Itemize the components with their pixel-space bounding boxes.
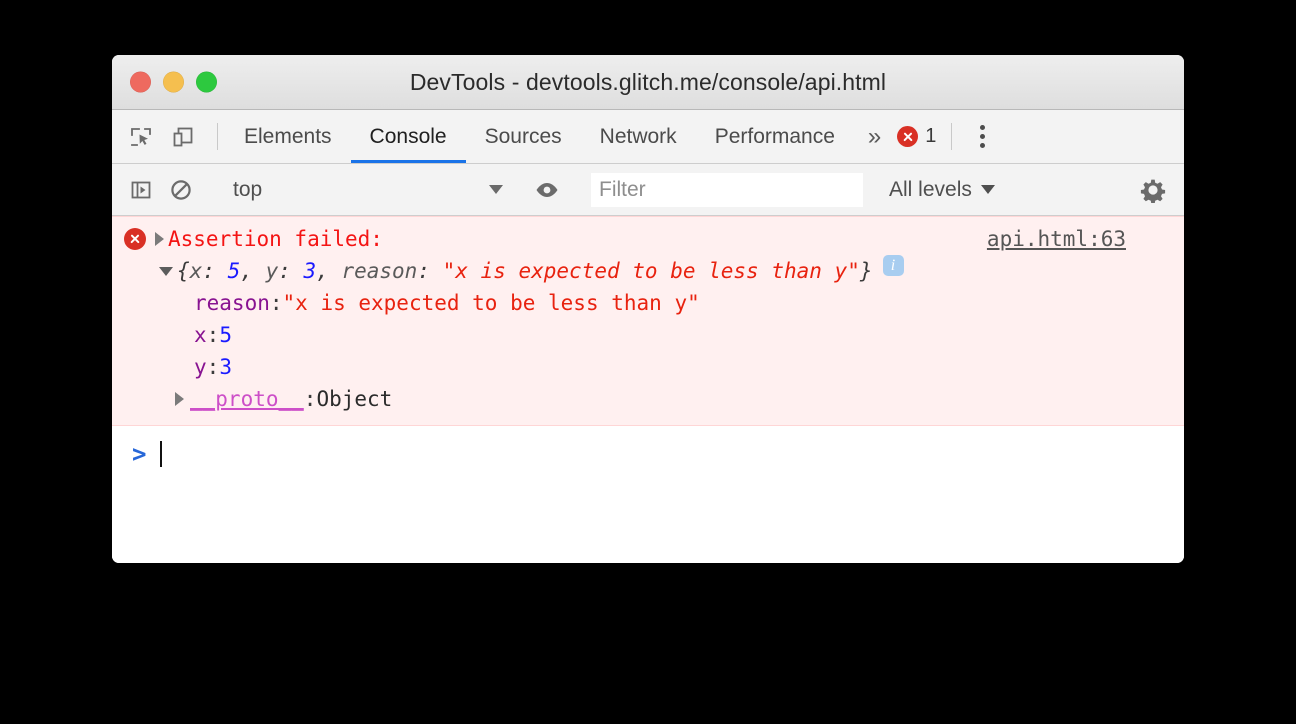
inspect-element-icon[interactable]: [124, 120, 158, 154]
property-colon: :: [269, 291, 283, 315]
window-title: DevTools - devtools.glitch.me/console/ap…: [409, 68, 887, 95]
devtools-window: DevTools - devtools.glitch.me/console/ap…: [112, 55, 1184, 563]
screenshot-root: DevTools - devtools.glitch.me/console/ap…: [0, 0, 1296, 724]
info-badge-icon[interactable]: i: [882, 255, 904, 276]
source-location-link[interactable]: api.html:63: [987, 223, 1126, 255]
log-level-select[interactable]: All levels: [889, 178, 995, 202]
object-collapse-arrow-icon[interactable]: [159, 267, 173, 276]
tab-label: Performance: [714, 124, 835, 148]
window-titlebar: DevTools - devtools.glitch.me/console/ap…: [112, 55, 1184, 110]
text-cursor: [160, 441, 163, 467]
error-count-badge[interactable]: 1: [895, 110, 944, 163]
object-open-brace: {: [177, 259, 190, 283]
toolbar-right: [1121, 173, 1184, 207]
clear-console-icon[interactable]: [164, 173, 198, 207]
console-sidebar-icon[interactable]: [124, 173, 158, 207]
property-value: 3: [219, 355, 232, 379]
error-circle-icon: [124, 228, 146, 250]
assertion-message-text: Assertion failed:: [168, 227, 383, 251]
stack-expand-arrow-icon[interactable]: [155, 232, 164, 246]
tab-performance[interactable]: Performance: [696, 110, 854, 163]
close-button[interactable]: [130, 71, 151, 93]
proto-value: Object: [316, 387, 393, 411]
window-controls: [130, 71, 217, 93]
kebab-dot: [979, 134, 985, 139]
error-count-value: 1: [925, 125, 937, 147]
console-message-error[interactable]: Assertion failed: api.html:63 {x: 5, y: …: [112, 216, 1184, 426]
console-toolbar: top All levels: [112, 164, 1184, 216]
object-close-brace: }: [859, 259, 873, 283]
tab-network[interactable]: Network: [581, 110, 696, 163]
tab-label: Sources: [484, 124, 562, 148]
preview-value: 5: [227, 259, 241, 283]
preview-value: 3: [303, 259, 317, 283]
object-preview-row[interactable]: {x: 5, y: 3, reason: "x is expected to b…: [112, 255, 1184, 287]
kebab-dot: [979, 125, 985, 130]
preview-separator: ,: [240, 259, 266, 283]
prompt-arrow-icon: >: [132, 440, 147, 468]
preview-key: y: [265, 259, 279, 283]
settings-gear-icon[interactable]: [1136, 173, 1170, 207]
execution-context-select[interactable]: top: [219, 173, 515, 207]
chevron-down-icon: [489, 185, 503, 194]
preview-colon: :: [202, 259, 228, 283]
assertion-header-row[interactable]: Assertion failed: api.html:63: [112, 223, 1184, 255]
devtools-tabbar: Elements Console Sources Network Perform…: [112, 110, 1184, 164]
tabbar-left-icons: [124, 110, 210, 163]
object-property-row[interactable]: x: 5: [112, 319, 1184, 351]
tab-sources[interactable]: Sources: [466, 110, 581, 163]
preview-key: reason: [341, 259, 418, 283]
preview-colon: :: [278, 259, 304, 283]
preview-separator: ,: [316, 259, 342, 283]
tab-list: Elements Console Sources Network Perform…: [225, 110, 854, 163]
console-prompt[interactable]: >: [112, 434, 1184, 474]
filter-area: All levels: [585, 164, 1121, 215]
property-value: 5: [219, 323, 232, 347]
tab-label: Network: [599, 124, 677, 148]
filter-input[interactable]: [591, 172, 863, 207]
error-circle-icon: [897, 126, 919, 147]
chevron-down-icon: [980, 185, 995, 194]
tab-label: Elements: [244, 124, 332, 148]
minimize-button[interactable]: [163, 71, 184, 93]
log-level-value: All levels: [889, 177, 972, 201]
zoom-button[interactable]: [196, 71, 217, 93]
property-name: y: [194, 355, 207, 379]
preview-colon: :: [417, 259, 443, 283]
console-message-list: Assertion failed: api.html:63 {x: 5, y: …: [112, 216, 1184, 563]
property-colon: :: [303, 387, 317, 411]
tabbar-divider-2: [951, 123, 953, 150]
device-toolbar-icon[interactable]: [166, 120, 200, 154]
tab-console[interactable]: Console: [350, 110, 466, 163]
preview-value: "x is expected to be less than y": [442, 259, 860, 283]
proto-expand-arrow-icon[interactable]: [175, 392, 184, 406]
execution-context-value: top: [233, 177, 263, 201]
tabbar-divider-1: [217, 123, 218, 150]
property-name: x: [194, 323, 207, 347]
object-proto-row[interactable]: __proto__: Object: [112, 383, 1184, 415]
property-name: reason: [194, 291, 270, 315]
live-expression-eye-icon[interactable]: [530, 173, 564, 207]
object-preview: {x: 5, y: 3, reason: "x is expected to b…: [177, 255, 873, 287]
tab-label: Console: [369, 124, 447, 148]
kebab-dot: [979, 143, 985, 148]
object-property-row[interactable]: y: 3: [112, 351, 1184, 383]
property-colon: :: [206, 323, 220, 347]
property-colon: :: [206, 355, 220, 379]
tab-elements[interactable]: Elements: [225, 110, 351, 163]
proto-name: __proto__: [190, 387, 304, 411]
preview-key: x: [189, 259, 203, 283]
more-tabs-icon[interactable]: »: [854, 110, 895, 163]
kebab-menu-icon[interactable]: [965, 110, 999, 163]
property-value: "x is expected to be less than y": [282, 291, 700, 315]
object-property-row[interactable]: reason: "x is expected to be less than y…: [112, 287, 1184, 319]
